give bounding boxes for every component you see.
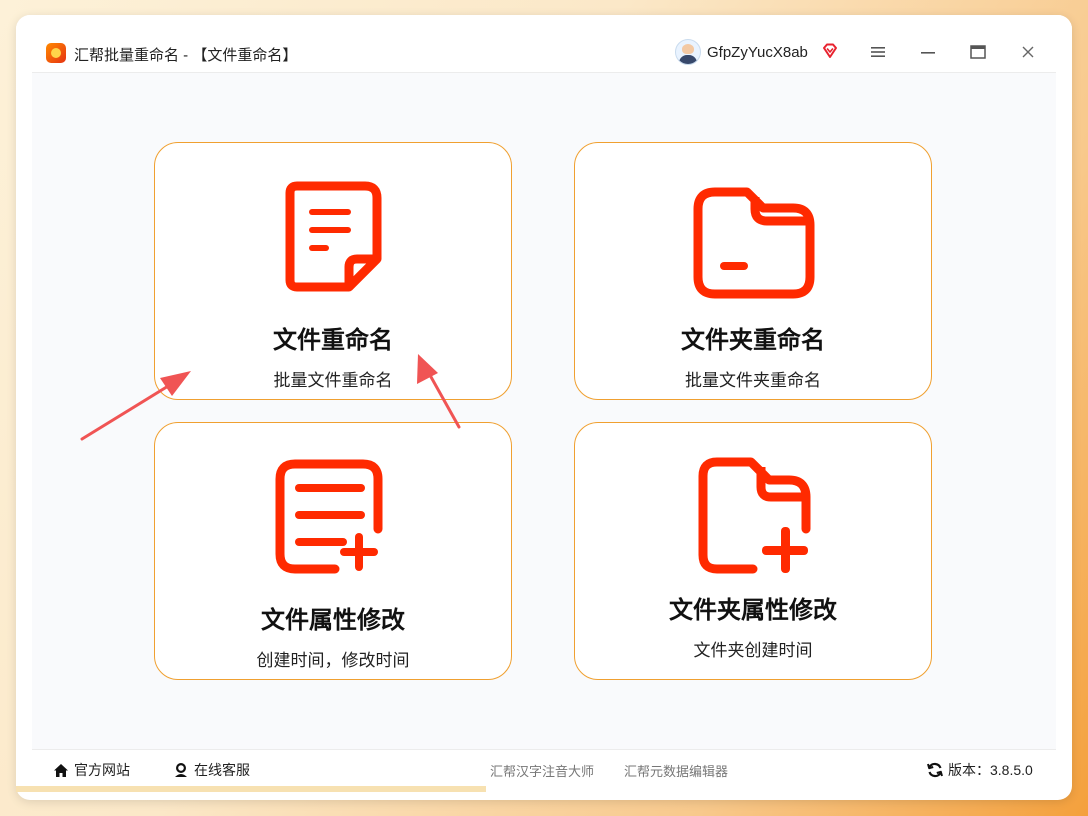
window-title: 汇帮批量重命名 - 【文件重命名】 bbox=[74, 47, 298, 64]
folder-icon bbox=[693, 187, 815, 299]
official-website-label: 官方网站 bbox=[74, 762, 130, 778]
headset-icon bbox=[175, 763, 187, 777]
hamburger-icon bbox=[871, 47, 885, 57]
minimize-icon bbox=[921, 52, 935, 54]
card-subtitle: 文件夹创建时间 bbox=[693, 641, 813, 660]
minimize-button[interactable] bbox=[915, 39, 941, 65]
metadata-editor-link[interactable]: 汇帮元数据编辑器 bbox=[624, 761, 728, 780]
card-title: 文件属性修改 bbox=[261, 607, 405, 634]
online-support-label: 在线客服 bbox=[194, 762, 250, 778]
menu-button[interactable] bbox=[865, 39, 891, 65]
username[interactable]: GfpZyYucX8ab bbox=[707, 44, 808, 61]
footer-bar: 官方网站 在线客服 汇帮汉字注音大师 汇帮元数据编辑器 版本：3.8.5.0 bbox=[32, 749, 1056, 786]
card-subtitle: 创建时间，修改时间 bbox=[256, 651, 410, 670]
file-document-icon bbox=[285, 181, 382, 292]
pinyin-master-link[interactable]: 汇帮汉字注音大师 bbox=[490, 761, 594, 780]
card-subtitle: 批量文件重命名 bbox=[273, 371, 393, 390]
card-subtitle: 批量文件夹重命名 bbox=[685, 371, 821, 390]
official-website-link[interactable]: 官方网站 bbox=[53, 760, 130, 780]
bottom-accent-strip bbox=[16, 786, 486, 792]
card-folder-attributes[interactable]: 文件夹属性修改 文件夹创建时间 bbox=[574, 422, 932, 680]
maximize-icon bbox=[970, 45, 986, 59]
online-support-link[interactable]: 在线客服 bbox=[173, 760, 250, 780]
user-avatar[interactable] bbox=[675, 39, 701, 65]
document-add-icon bbox=[275, 459, 383, 574]
close-button[interactable] bbox=[1015, 39, 1041, 65]
card-title: 文件夹重命名 bbox=[681, 327, 825, 354]
card-folder-rename[interactable]: 文件夹重命名 批量文件夹重命名 bbox=[574, 142, 932, 400]
refresh-icon bbox=[927, 762, 943, 778]
card-file-rename[interactable]: 文件重命名 批量文件重命名 bbox=[154, 142, 512, 400]
home-icon bbox=[54, 763, 68, 777]
card-file-attributes[interactable]: 文件属性修改 创建时间，修改时间 bbox=[154, 422, 512, 680]
maximize-button[interactable] bbox=[965, 39, 991, 65]
close-icon bbox=[1022, 46, 1034, 58]
app-window: 汇帮批量重命名 - 【文件重命名】 GfpZyYucX8ab 文件重命名 批量文… bbox=[16, 15, 1072, 800]
version-info[interactable]: 版本：3.8.5.0 bbox=[927, 760, 1033, 780]
title-bar: 汇帮批量重命名 - 【文件重命名】 GfpZyYucX8ab bbox=[16, 15, 1072, 73]
card-title: 文件夹属性修改 bbox=[669, 597, 837, 624]
version-label: 版本：3.8.5.0 bbox=[948, 762, 1033, 778]
card-title: 文件重命名 bbox=[273, 327, 393, 354]
vip-diamond-icon[interactable] bbox=[821, 42, 839, 60]
app-logo-icon bbox=[46, 43, 66, 63]
folder-add-icon bbox=[698, 457, 811, 574]
main-content: 文件重命名 批量文件重命名 文件夹重命名 批量文件夹重命名 文件属性修改 创建时… bbox=[32, 73, 1056, 749]
